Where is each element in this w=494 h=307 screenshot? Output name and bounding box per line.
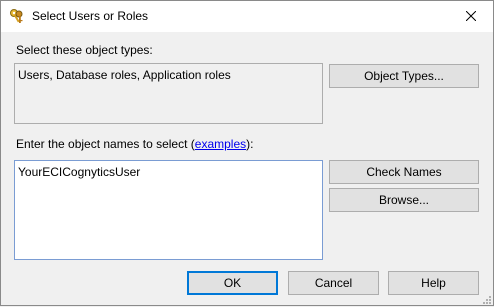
object-names-value: YourECICognyticsUser bbox=[18, 165, 141, 179]
check-names-button[interactable]: Check Names bbox=[329, 160, 479, 184]
ok-button[interactable]: OK bbox=[187, 271, 278, 295]
dialog-window: Select Users or Roles Select these objec… bbox=[0, 0, 494, 306]
object-names-label-suffix: ): bbox=[246, 137, 254, 151]
object-types-button[interactable]: Object Types... bbox=[329, 64, 479, 88]
window-title: Select Users or Roles bbox=[32, 9, 149, 23]
object-types-value: Users, Database roles, Application roles bbox=[18, 68, 231, 82]
close-button[interactable] bbox=[449, 1, 493, 32]
resize-grip-icon[interactable] bbox=[481, 293, 491, 304]
object-names-label-prefix: Enter the object names to select ( bbox=[16, 137, 195, 151]
help-button[interactable]: Help bbox=[388, 271, 479, 295]
cancel-button[interactable]: Cancel bbox=[288, 271, 379, 295]
title-bar: Select Users or Roles bbox=[1, 1, 493, 32]
keys-icon bbox=[9, 8, 25, 24]
browse-button[interactable]: Browse... bbox=[329, 188, 479, 212]
object-types-label: Select these object types: bbox=[16, 43, 153, 57]
object-names-label: Enter the object names to select (exampl… bbox=[16, 137, 253, 151]
object-names-input[interactable]: YourECICognyticsUser bbox=[14, 160, 323, 260]
examples-link[interactable]: examples bbox=[195, 137, 246, 151]
object-types-display: Users, Database roles, Application roles bbox=[14, 63, 323, 124]
close-icon bbox=[465, 10, 477, 24]
